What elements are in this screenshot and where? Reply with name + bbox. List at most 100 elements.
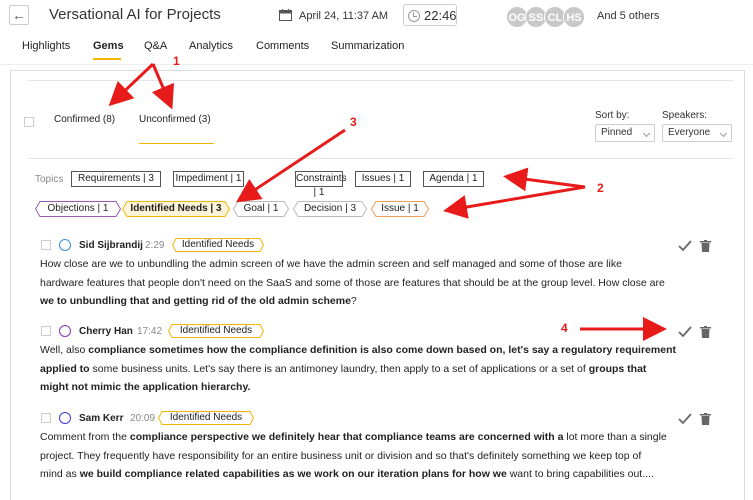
entry-checkbox[interactable] (41, 326, 51, 336)
annotation-number: 1 (173, 54, 180, 68)
active-tab-indicator (93, 58, 121, 60)
gem-label: Issue | 1 (381, 203, 419, 214)
topics-label: Topics (35, 174, 64, 185)
top-bar: ← Versational AI for Projects April 24, … (0, 0, 753, 34)
transcript-text: How close are we to unbundling the admin… (40, 255, 720, 311)
annotation-number: 2 (597, 181, 604, 195)
gem-tag-label: Identified Needs (169, 412, 243, 423)
sort-value: Pinned (601, 127, 633, 138)
transcript-line: we to unbundling that and getting rid of… (40, 292, 720, 311)
timestamp[interactable]: 2:29 (145, 240, 164, 251)
highlighted-text: applied to (40, 362, 90, 375)
gem-tag[interactable]: Identified Needs (168, 324, 264, 338)
highlighted-text: might not mimic the application hierarch… (40, 381, 251, 393)
highlighted-text: we to unbundling that and getting rid of… (40, 295, 351, 307)
annotation-number: 3 (350, 115, 357, 129)
gem-tag[interactable]: Identified Needs (158, 411, 254, 425)
transcript-text: Comment from the compliance perspective … (40, 428, 720, 484)
topic-chip[interactable]: Impediment | 1 (173, 171, 244, 187)
gem-chip-decision[interactable]: Decision | 3 (293, 201, 367, 217)
tab-highlights[interactable]: Highlights (22, 40, 70, 52)
speaker-color-icon (59, 412, 71, 424)
gem-chip-goal[interactable]: Goal | 1 (233, 201, 289, 217)
transcript-line: project. They frequently have responsibi… (40, 447, 720, 466)
trash-icon[interactable] (700, 413, 711, 425)
timestamp[interactable]: 17:42 (137, 326, 162, 337)
highlighted-text: groups that (588, 362, 647, 375)
highlighted-text: compliance perspective we definitely hea… (129, 431, 564, 443)
entry-checkbox[interactable] (41, 240, 51, 250)
back-button[interactable]: ← (9, 5, 29, 25)
transcript-line: Comment from the compliance perspective … (40, 428, 720, 447)
sort-label: Sort by: (595, 110, 630, 121)
trash-icon[interactable] (700, 240, 711, 252)
speakers-label: Speakers: (662, 110, 708, 121)
back-arrow-icon: ← (12, 7, 26, 23)
gem-chip-objections[interactable]: Objections | 1 (35, 201, 121, 217)
transcript-line: hardware features that people don't need… (40, 274, 720, 293)
text-run: ? (350, 295, 357, 307)
tab-comments[interactable]: Comments (256, 40, 309, 52)
subtab-confirmed[interactable]: Confirmed (8) (54, 114, 115, 125)
confirm-check-icon[interactable] (678, 240, 692, 252)
gem-tag[interactable]: Identified Needs (172, 238, 264, 252)
sort-dropdown[interactable]: Pinned (595, 124, 655, 142)
duration-box: 22:46 (403, 4, 457, 26)
tab-analytics[interactable]: Analytics (189, 40, 233, 52)
topic-chip[interactable]: Agenda | 1 (423, 171, 484, 187)
gem-label: Decision | 3 (303, 203, 357, 214)
speaker-color-icon (59, 239, 71, 251)
tab-summarization[interactable]: Summarization (331, 40, 404, 52)
topic-chip[interactable]: Constraints | 1 (295, 171, 347, 198)
confirm-check-icon[interactable] (678, 413, 692, 425)
gem-chip-identified-needs[interactable]: Identified Needs | 3 (122, 201, 230, 217)
text-run: Comment from the (40, 431, 130, 443)
gem-tag-label: Identified Needs (181, 239, 255, 250)
transcript-line: applied to some business units. Let's sa… (40, 360, 720, 379)
annotation-number: 4 (561, 321, 568, 335)
transcript-text: Well, also compliance sometimes how the … (40, 341, 720, 397)
select-all-checkbox[interactable] (24, 117, 34, 127)
speakers-dropdown[interactable]: Everyone (662, 124, 732, 142)
confirm-check-icon[interactable] (678, 326, 692, 338)
calendar-icon (279, 9, 292, 21)
transcript-line: Well, also compliance sometimes how the … (40, 341, 720, 360)
tab-qa[interactable]: Q&A (144, 40, 167, 52)
gem-label: Objections | 1 (47, 203, 109, 214)
gem-label: Identified Needs | 3 (130, 203, 222, 214)
speaker-color-icon (59, 325, 71, 337)
text-run: want to bring capabilities out.... (506, 468, 654, 480)
gem-label: Goal | 1 (243, 203, 279, 214)
topic-chip[interactable]: Requirements | 3 (71, 171, 161, 187)
text-run: some business units. Let's say there is … (89, 362, 589, 375)
page-title: Versational AI for Projects (49, 6, 221, 23)
speakers-value: Everyone (668, 127, 711, 138)
subtab-unconfirmed[interactable]: Unconfirmed (3) (139, 114, 211, 125)
text-run: project. They frequently have responsibi… (40, 449, 642, 462)
speaker-name[interactable]: Sid Sijbrandij (79, 240, 143, 251)
chevron-down-icon (719, 129, 728, 138)
transcript-line: How close are we to unbundling the admin… (40, 255, 720, 274)
tab-gems[interactable]: Gems (93, 40, 124, 52)
transcript-line: might not mimic the application hierarch… (40, 378, 720, 397)
text-run: How close are we to unbundling the admin… (40, 258, 622, 270)
avatar[interactable]: HS (563, 6, 585, 28)
speaker-name[interactable]: Sam Kerr (79, 413, 123, 424)
highlighted-text: compliance sometimes how the compliance … (88, 344, 676, 356)
divider (28, 158, 733, 159)
speaker-name[interactable]: Cherry Han (79, 326, 133, 337)
text-run: Well, also (40, 344, 89, 356)
trash-icon[interactable] (700, 326, 711, 338)
entry-checkbox[interactable] (41, 413, 51, 423)
gem-chip-issue[interactable]: Issue | 1 (371, 201, 429, 217)
timestamp[interactable]: 20:09 (130, 413, 155, 424)
text-run: hardware features that people don't need… (40, 276, 665, 289)
topic-chip[interactable]: Issues | 1 (355, 171, 411, 187)
highlighted-text: we build compliance related capabilities… (79, 468, 507, 480)
text-run: lot more than a single (563, 431, 667, 443)
others-count[interactable]: And 5 others (597, 10, 659, 22)
duration-value: 22:46 (424, 8, 457, 23)
transcript-line: mind as we build compliance related capa… (40, 465, 720, 484)
divider (28, 80, 733, 81)
active-subtab-indicator (139, 143, 214, 144)
